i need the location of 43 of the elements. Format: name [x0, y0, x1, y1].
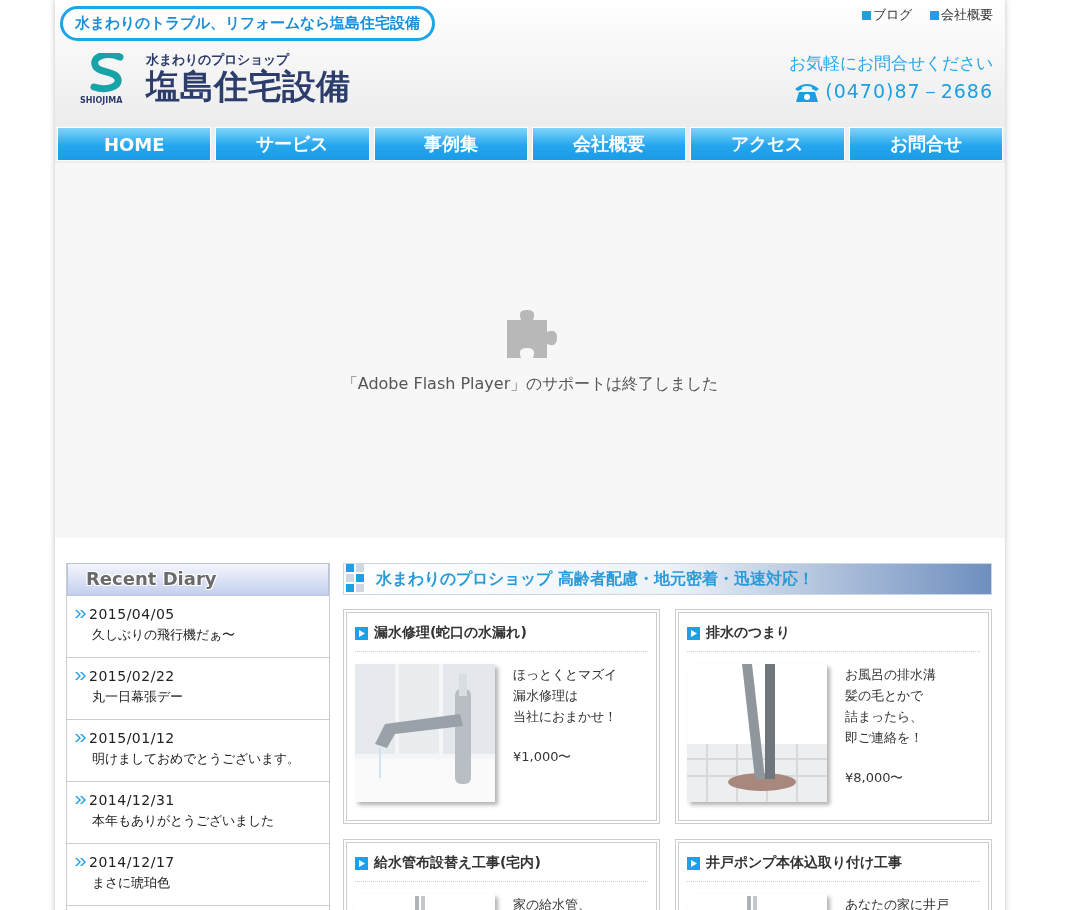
diary-link[interactable]: まさに琥珀色 [92, 874, 329, 892]
diary-link[interactable]: 本年もありがとうございました [92, 812, 329, 830]
service-description: 漏水修理は [513, 687, 579, 705]
header-link[interactable]: 会社概要 [930, 6, 993, 24]
banner-text: 水まわりのプロショップ 高齢者配慮・地元密着・迅速対応！ [376, 568, 814, 590]
diary-date: 2014/12/31 [89, 792, 175, 808]
service-price: ¥8,000〜 [845, 769, 905, 787]
diary-date: 2015/01/12 [89, 730, 175, 746]
service-description: ほっとくとマズイ [513, 666, 617, 684]
service-description: 髪の毛とかで [845, 687, 924, 705]
play-icon [355, 626, 368, 640]
service-description: 即ご連絡を！ [845, 729, 924, 747]
chevron-icon [75, 858, 86, 866]
sidebar-heading: Recent Diary [67, 563, 329, 596]
chevron-icon [75, 734, 86, 742]
flash-message: 「Adobe Flash Player」のサポートは終了しました [341, 374, 719, 395]
diary-date: 2015/02/22 [89, 668, 175, 684]
service-title[interactable]: 給水管布設替え工事(宅内) [374, 854, 541, 872]
service-description: お風呂の排水溝 [845, 666, 936, 684]
contact-prompt: お気軽にお問合せください [789, 52, 993, 75]
diary-link[interactable]: 丸一日幕張デー [92, 688, 329, 706]
service-title[interactable]: 漏水修理(蛇口の水漏れ) [374, 624, 527, 642]
play-icon [355, 856, 368, 870]
service-description: 詰まったら、 [845, 708, 924, 726]
diary-date: 2014/12/17 [89, 854, 175, 870]
service-price: ¥1,000〜 [513, 748, 573, 766]
logo-subtitle: 水まわりのプロショップ [146, 51, 291, 68]
chevron-icon [75, 672, 86, 680]
diary-date: 2015/04/05 [89, 606, 175, 622]
diary-link[interactable]: 久しぶりの飛行機だぁ〜 [92, 626, 329, 644]
service-description: 当社におまかせ！ [513, 708, 617, 726]
logo-roman: SHIOJIMA [80, 95, 124, 105]
chevron-icon [75, 796, 86, 804]
service-title[interactable]: 井戸ポンプ本体込取り付け工事 [706, 854, 902, 872]
phone-number: (0470)87－2686 [825, 79, 993, 104]
tagline: 水まわりのトラブル、リフォームなら塩島住宅設備 [60, 6, 435, 41]
service-title[interactable]: 排水のつまり [706, 624, 790, 642]
play-icon [687, 856, 700, 870]
header-link[interactable]: ブログ [862, 6, 912, 24]
chevron-icon [75, 610, 86, 618]
diary-link[interactable]: 明けましておめでとうございます。 [92, 750, 329, 768]
logo-name: 塩島住宅設備 [146, 69, 351, 105]
play-icon [687, 626, 700, 640]
